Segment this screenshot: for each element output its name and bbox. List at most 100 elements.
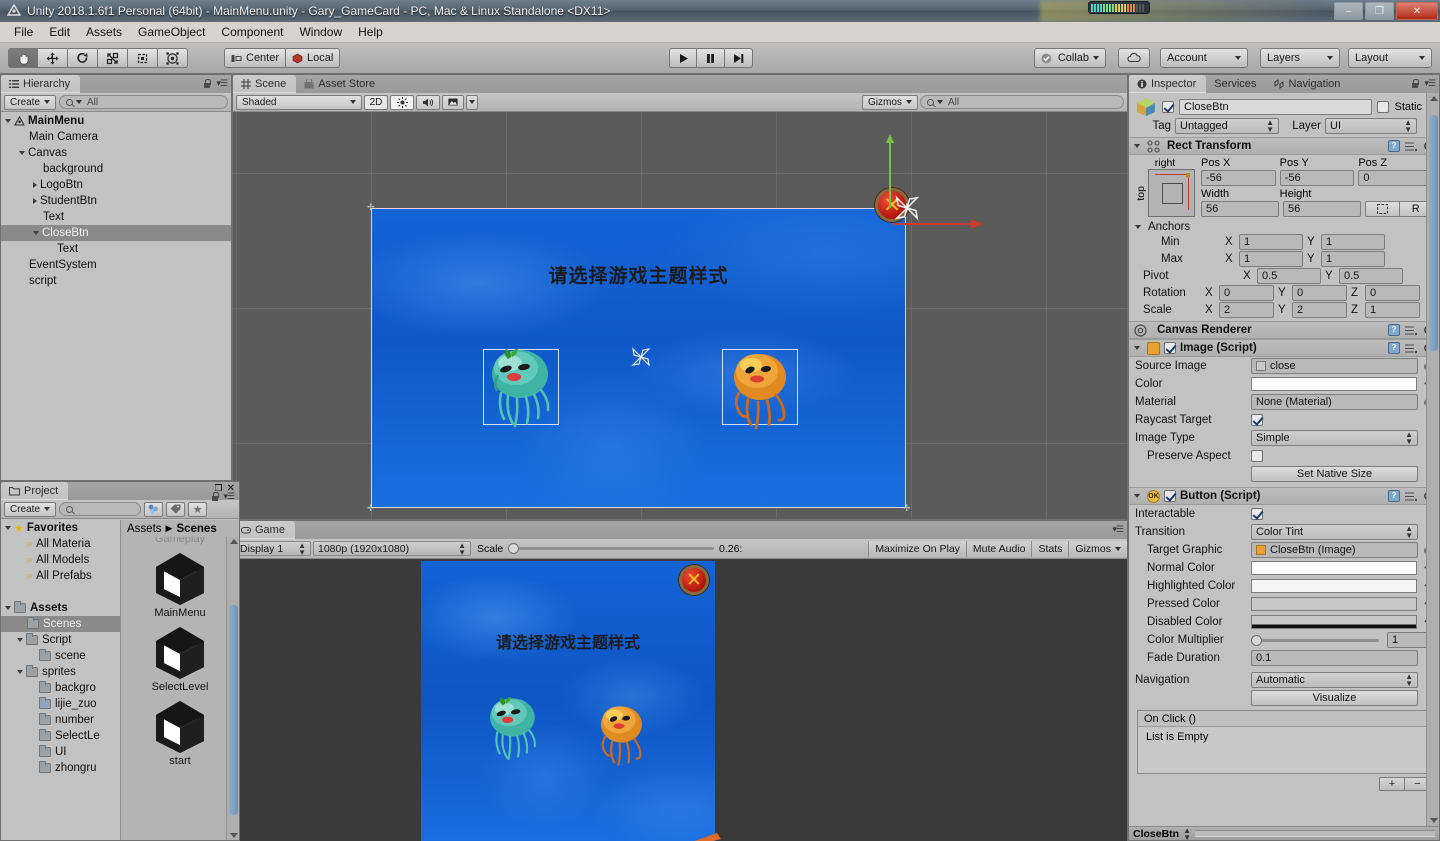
raycast-target-checkbox[interactable]: [1251, 414, 1263, 426]
preset-icon[interactable]: [1405, 491, 1417, 502]
canvas-handle-bl[interactable]: ✢: [367, 504, 375, 513]
panel-menu-icon[interactable]: ▾☰: [1424, 78, 1436, 89]
asset-grid-scroll-thumb[interactable]: [229, 605, 238, 815]
scene-2d-toggle[interactable]: 2D: [364, 94, 388, 110]
interactable-checkbox[interactable]: [1251, 508, 1263, 520]
rotate-tool-button[interactable]: [68, 48, 98, 68]
navigation-dropdown[interactable]: Automatic ▲ ▼: [1251, 672, 1418, 688]
project-tree-item-lijie_zuo[interactable]: lijie_zuo: [1, 696, 120, 712]
gameobject-active-checkbox[interactable]: [1162, 101, 1174, 113]
disclosure-triangle-icon[interactable]: [5, 119, 11, 123]
layout-button[interactable]: Layout: [1348, 48, 1432, 68]
scene-fx-dropdown[interactable]: [466, 94, 478, 110]
project-tree-item-selectle[interactable]: SelectLe: [1, 728, 120, 744]
project-tree-item-script[interactable]: Script: [1, 632, 120, 648]
transition-dropdown[interactable]: Color Tint ▲ ▼: [1251, 524, 1418, 540]
menu-item-edit[interactable]: Edit: [41, 23, 78, 41]
pivot-x-input[interactable]: 0.5: [1257, 267, 1321, 284]
pivot-rotation-button[interactable]: Local: [286, 48, 341, 68]
scale-tool-button[interactable]: [98, 48, 128, 68]
pos-x-input[interactable]: -56: [1201, 170, 1276, 186]
scene-search-input[interactable]: All: [920, 95, 1124, 109]
project-tree-item-zhongru[interactable]: zhongru: [1, 760, 120, 776]
preset-icon[interactable]: [1405, 141, 1417, 152]
panel-menu-icon[interactable]: ▾☰: [1112, 524, 1124, 535]
disclosure-triangle-icon[interactable]: [33, 198, 37, 204]
tab-hierarchy[interactable]: Hierarchy: [1, 75, 81, 93]
onclick-add-button[interactable]: +: [1379, 777, 1405, 791]
transform-tool-button[interactable]: [158, 48, 188, 68]
stepper-icon[interactable]: ▲ ▼: [1183, 826, 1191, 841]
project-search-input[interactable]: [59, 502, 141, 516]
image-color-swatch[interactable]: [1251, 377, 1417, 391]
preserve-aspect-checkbox[interactable]: [1251, 450, 1263, 462]
target-graphic-field[interactable]: CloseBtn (Image): [1251, 542, 1418, 558]
canvas-handle-br[interactable]: ✢: [903, 504, 911, 513]
visualize-button[interactable]: Visualize: [1251, 690, 1418, 706]
project-filter-type-button[interactable]: [144, 501, 163, 517]
anchor-min-y-input[interactable]: 1: [1321, 233, 1385, 250]
panel-menu-icon[interactable]: ▾☰: [216, 78, 228, 89]
tab-asset-store[interactable]: Asset Store: [296, 75, 385, 93]
set-native-size-button[interactable]: Set Native Size: [1251, 466, 1418, 482]
hierarchy-item-script[interactable]: script: [1, 273, 231, 289]
disclosure-triangle-icon[interactable]: [17, 638, 23, 642]
scene-audio-toggle[interactable]: [416, 94, 440, 110]
menu-item-help[interactable]: Help: [350, 23, 391, 41]
tab-inspector[interactable]: Inspector: [1129, 75, 1207, 93]
pivot-mode-button[interactable]: Center: [224, 48, 287, 68]
pos-z-input[interactable]: 0: [1358, 170, 1434, 186]
project-favorites-button[interactable]: ★: [188, 501, 207, 517]
height-input[interactable]: 56: [1283, 201, 1361, 217]
disclosure-triangle-icon[interactable]: [33, 182, 37, 188]
hierarchy-item-background[interactable]: background: [1, 161, 231, 177]
disclosure-triangle-icon[interactable]: [19, 151, 25, 155]
help-icon[interactable]: ?: [1388, 140, 1400, 152]
pressed-color-swatch[interactable]: [1251, 597, 1417, 611]
collapse-arrow-icon[interactable]: [1134, 144, 1140, 148]
hierarchy-item-logobtn[interactable]: LogoBtn: [1, 177, 231, 193]
step-button[interactable]: [725, 48, 753, 68]
hierarchy-create-button[interactable]: Create: [4, 94, 56, 110]
blueprint-mode-button[interactable]: [1365, 201, 1400, 217]
asset-item-mainmenu[interactable]: MainMenu: [121, 545, 226, 619]
minimize-button[interactable]: –: [1334, 2, 1363, 20]
panel-menu-icon[interactable]: ▾☰: [223, 491, 235, 502]
hierarchy-search-input[interactable]: All: [59, 95, 228, 109]
anchor-min-x-input[interactable]: 1: [1239, 233, 1303, 250]
project-tree-item-scenes[interactable]: Scenes: [1, 616, 120, 632]
fade-duration-input[interactable]: 0.1: [1251, 650, 1418, 666]
lock-icon[interactable]: [1411, 78, 1420, 89]
game-viewport[interactable]: 请选择游戏主题样式 ✕: [233, 559, 1127, 841]
asset-grid[interactable]: Gameplay MainMenu SelectLevel start: [121, 537, 226, 840]
project-tree-item-all-materia[interactable]: ⌕ All Materia: [1, 536, 120, 552]
hierarchy-item-mainmenu[interactable]: MainMenu: [1, 113, 231, 129]
rotation-z-input[interactable]: 0: [1365, 284, 1420, 301]
image-enabled-checkbox[interactable]: [1164, 342, 1176, 354]
source-image-field[interactable]: close: [1251, 358, 1418, 374]
button-component-header[interactable]: OK Button (Script) ?: [1129, 487, 1439, 505]
project-tree-item-sprites[interactable]: sprites: [1, 664, 120, 680]
hierarchy-item-canvas[interactable]: Canvas: [1, 145, 231, 161]
project-create-button[interactable]: Create: [4, 501, 56, 517]
scale-x-input[interactable]: 2: [1219, 301, 1274, 318]
color-multiplier-slider[interactable]: [1251, 634, 1379, 646]
lock-icon[interactable]: [211, 491, 220, 502]
tab-services[interactable]: Services: [1206, 75, 1266, 93]
menu-item-component[interactable]: Component: [213, 23, 291, 41]
move-gizmo-x-axis[interactable]: [893, 223, 977, 225]
highlighted-color-swatch[interactable]: [1251, 579, 1417, 593]
project-tree-item-assets[interactable]: Assets: [1, 600, 120, 616]
lock-icon[interactable]: [203, 78, 212, 89]
help-icon[interactable]: ?: [1388, 490, 1400, 502]
game-gizmos-button[interactable]: Gizmos: [1068, 540, 1127, 557]
game-display-dropdown[interactable]: Display 1 ▲ ▼: [235, 541, 311, 556]
anchor-max-x-input[interactable]: 1: [1239, 250, 1303, 267]
project-tree-item-number[interactable]: number: [1, 712, 120, 728]
scale-y-input[interactable]: 2: [1292, 301, 1347, 318]
anchor-preset-button[interactable]: [1148, 169, 1195, 217]
rect-tool-button[interactable]: [128, 48, 158, 68]
tab-game[interactable]: Game: [233, 521, 295, 539]
pivot-y-input[interactable]: 0.5: [1339, 267, 1403, 284]
pos-y-input[interactable]: -56: [1279, 170, 1355, 186]
